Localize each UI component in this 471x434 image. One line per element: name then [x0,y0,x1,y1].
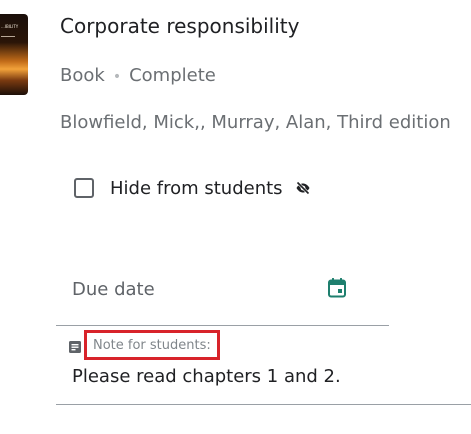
book-status: Complete [129,65,216,86]
meta-separator: • [112,69,122,85]
book-cover-thumbnail: ...IBILITY [0,14,28,95]
book-cover-text: ...IBILITY [1,24,19,29]
book-cover-rule [1,36,15,37]
note-icon [69,341,81,353]
note-for-students-field[interactable]: Note for students: Please read chapters … [56,330,471,405]
due-date-field[interactable]: Due date [56,262,389,326]
book-title: Corporate responsibility [60,14,300,38]
hide-from-students-label: Hide from students [110,177,283,199]
calendar-icon[interactable] [326,277,348,299]
note-for-students-label: Note for students: [93,337,211,353]
note-for-students-value: Please read chapters 1 and 2. [72,366,341,387]
eye-off-icon [296,181,310,195]
book-authors: Blowfield, Mick,, Murray, Alan, Third ed… [60,112,451,133]
book-type: Book [60,65,105,86]
hide-from-students-toggle[interactable]: Hide from students [74,176,311,200]
note-label-highlight: Note for students: [84,330,220,360]
hide-from-students-checkbox[interactable] [74,178,94,198]
due-date-label: Due date [72,279,155,300]
book-meta: Book • Complete [60,64,216,89]
